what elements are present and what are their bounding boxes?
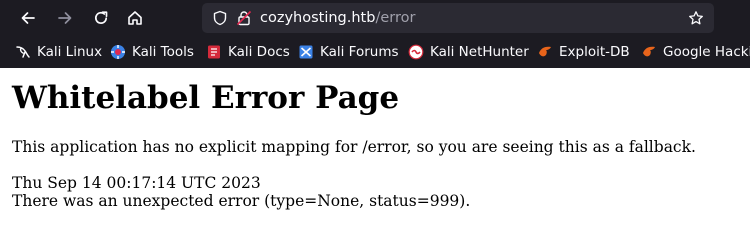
bookmark-label: Exploit-DB: [559, 44, 630, 60]
forward-arrow-icon: [58, 12, 72, 24]
home-icon: [128, 11, 142, 25]
bookmark-kali-forums[interactable]: Kali Forums: [298, 43, 399, 61]
forward-button[interactable]: [53, 6, 77, 30]
insecure-lock-icon[interactable]: [236, 10, 252, 26]
bookmark-label: Kali Docs: [228, 44, 290, 60]
shield-icon[interactable]: [212, 10, 228, 26]
navigation-toolbar: cozyhosting.htb/error: [0, 0, 750, 36]
bookmark-label: Kali Tools: [132, 44, 194, 60]
kali-forums-icon: [299, 45, 313, 59]
bookmark-kali-linux[interactable]: Kali Linux: [15, 43, 102, 61]
error-message: This application has no explicit mapping…: [12, 138, 696, 156]
bookmark-exploit-db[interactable]: Exploit-DB: [537, 43, 630, 61]
page-title: Whitelabel Error Page: [12, 80, 400, 116]
ghdb-icon: [643, 46, 655, 57]
home-button[interactable]: [123, 6, 147, 30]
back-button[interactable]: [16, 6, 40, 30]
url-text[interactable]: cozyhosting.htb/error: [260, 9, 415, 27]
reload-button[interactable]: [89, 6, 113, 30]
error-timestamp: Thu Sep 14 00:17:14 UTC 2023: [12, 174, 261, 192]
error-detail: There was an unexpected error (type=None…: [12, 192, 471, 210]
bookmark-kali-docs[interactable]: Kali Docs: [206, 43, 290, 61]
star-icon[interactable]: [688, 10, 704, 26]
page-content: Whitelabel Error Page This application h…: [0, 68, 750, 241]
reload-icon: [95, 11, 108, 24]
address-bar[interactable]: cozyhosting.htb/error: [202, 3, 714, 33]
bookmark-google-hacking[interactable]: Google Hackin: [641, 43, 750, 61]
bookmark-kali-tools[interactable]: Kali Tools: [110, 43, 194, 61]
bookmark-label: Kali Linux: [37, 44, 103, 60]
bookmark-label: Kali NetHunter: [430, 44, 529, 60]
back-arrow-icon: [21, 12, 35, 24]
bookmarks-toolbar: Kali Linux Kali Tools Kali Docs Kali For…: [0, 38, 750, 66]
bookmark-label: Kali Forums: [320, 44, 399, 60]
nethunter-icon: [408, 44, 424, 60]
kali-tools-icon: [111, 45, 125, 59]
kali-dragon-icon: [16, 46, 30, 58]
url-host: cozyhosting.htb: [260, 10, 376, 26]
bookmark-kali-nethunter[interactable]: Kali NetHunter: [408, 43, 529, 61]
bookmark-label: Google Hackin: [663, 44, 750, 60]
kali-docs-icon: [208, 45, 220, 59]
url-path: /error: [375, 10, 416, 26]
browser-chrome: cozyhosting.htb/error Kali Linux Kali To…: [0, 0, 750, 68]
exploit-db-icon: [539, 46, 551, 57]
